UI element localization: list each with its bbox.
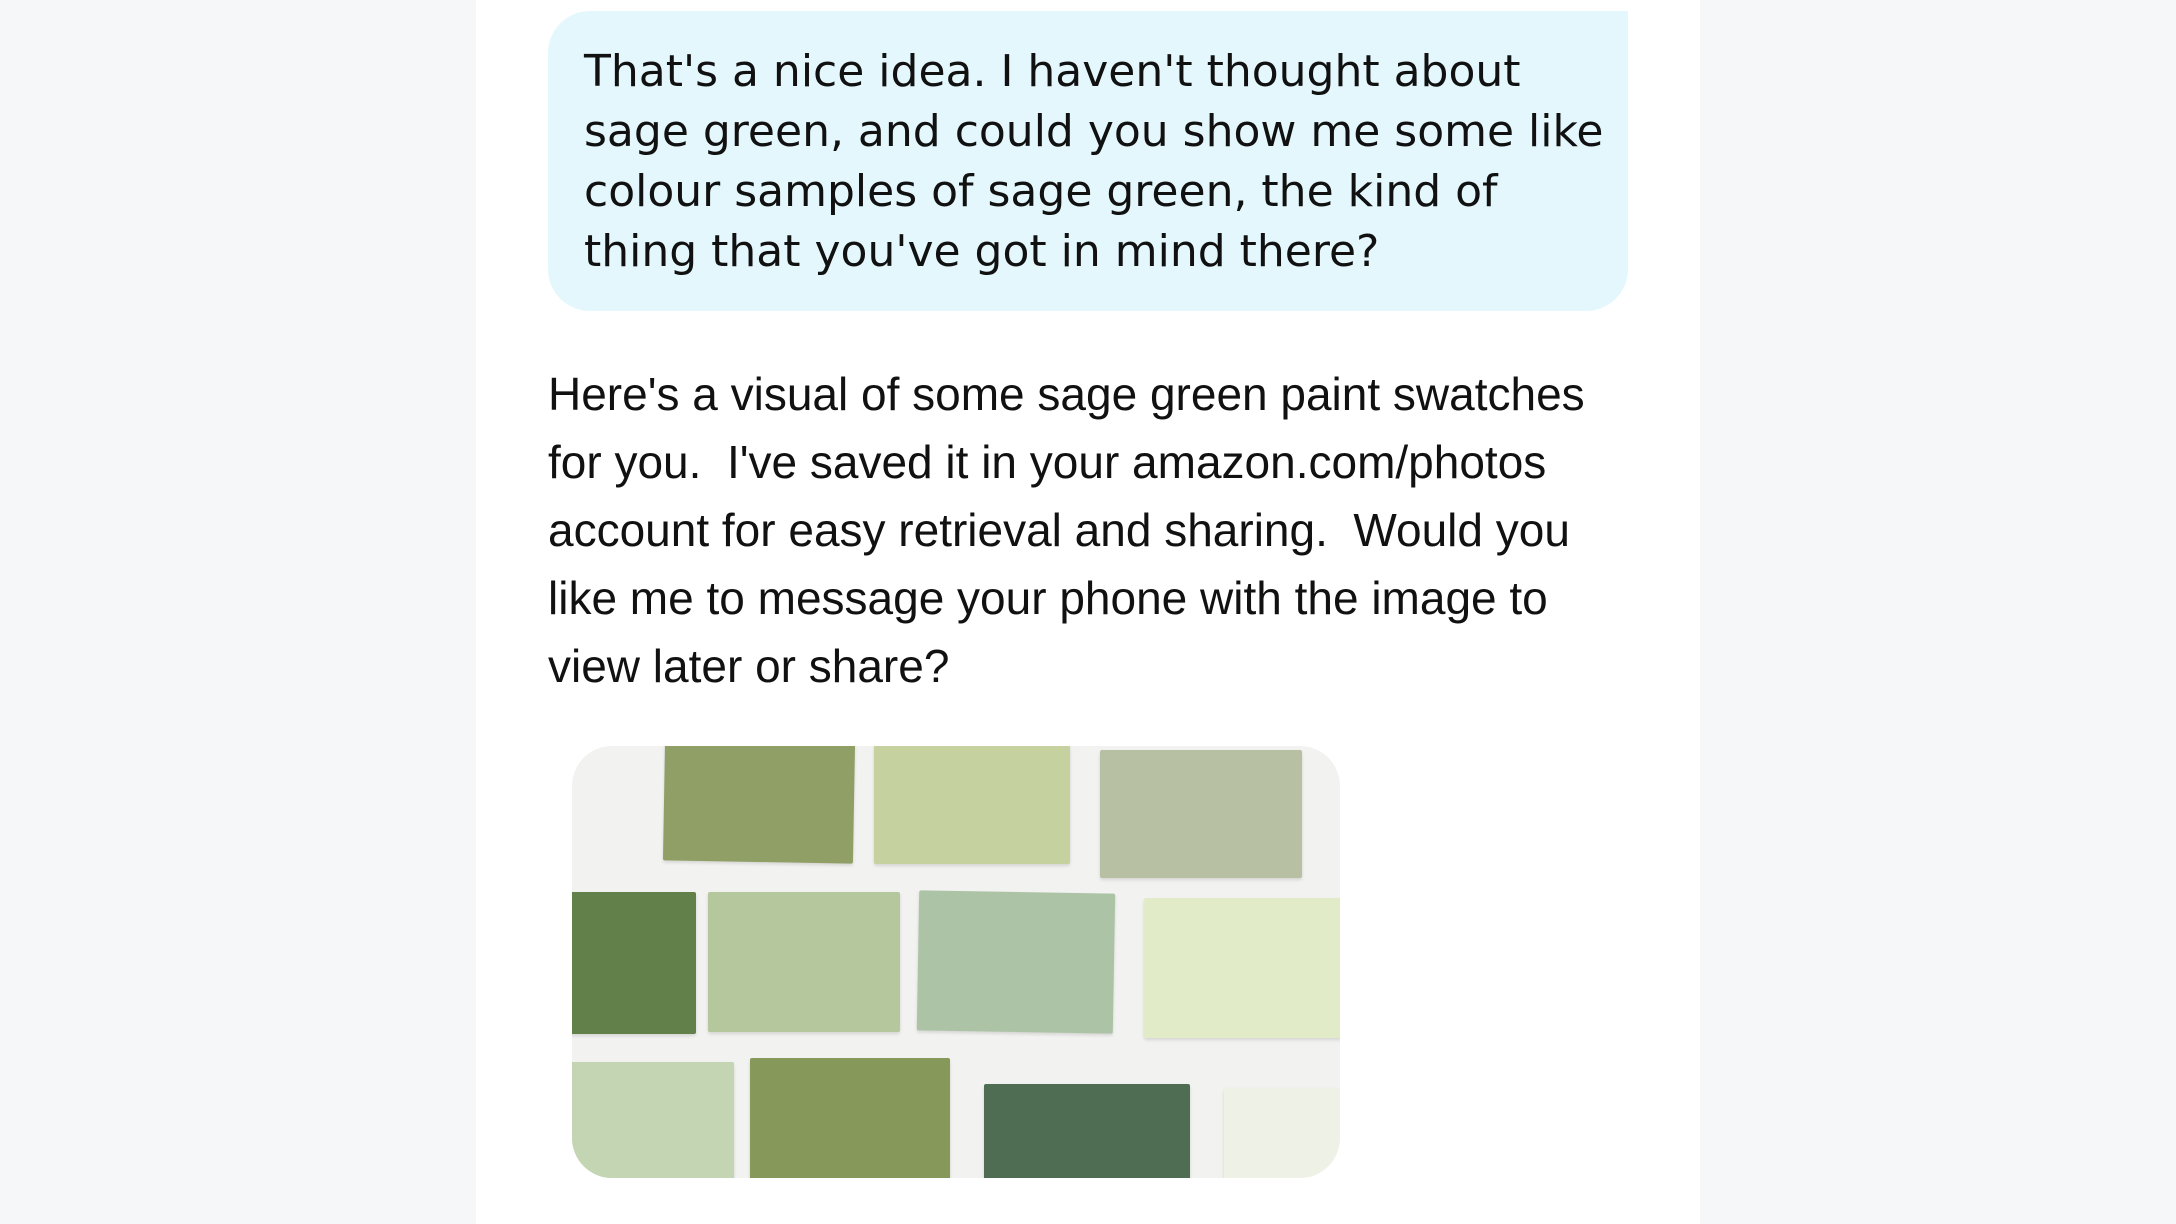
chat-panel: That's a nice idea. I haven't thought ab…: [476, 0, 1700, 1224]
paint-swatch: [572, 1062, 734, 1178]
assistant-message: Here's a visual of some sage green paint…: [548, 360, 1648, 700]
paint-swatch: [1224, 1088, 1340, 1178]
assistant-message-line: Here's a visual of some sage green paint…: [548, 368, 1585, 420]
assistant-message-line: like me to message your phone with the i…: [548, 572, 1548, 624]
user-message-line: colour samples of sage green, the kind o…: [584, 166, 1498, 217]
assistant-message-line: view later or share?: [548, 640, 950, 692]
paint-swatch: [572, 892, 696, 1034]
user-message-line: sage green, and could you show me some l…: [584, 106, 1604, 157]
paint-swatch: [1100, 750, 1302, 878]
paint-swatch: [1144, 898, 1340, 1038]
assistant-message-line: for you. I've saved it in your amazon.co…: [548, 436, 1547, 488]
paint-swatch: [750, 1058, 950, 1178]
paint-swatch: [916, 890, 1116, 1034]
user-message-bubble: That's a nice idea. I haven't thought ab…: [548, 11, 1628, 311]
page: That's a nice idea. I haven't thought ab…: [0, 0, 2176, 1224]
paint-swatch: [874, 746, 1070, 864]
assistant-message-line: account for easy retrieval and sharing. …: [548, 504, 1570, 556]
paint-swatch: [662, 746, 856, 864]
paint-swatch: [984, 1084, 1190, 1178]
sage-green-swatches-image[interactable]: [572, 746, 1340, 1178]
user-message-line: thing that you've got in mind there?: [584, 226, 1380, 277]
paint-swatch: [708, 892, 900, 1032]
user-message-line: That's a nice idea. I haven't thought ab…: [584, 46, 1521, 97]
